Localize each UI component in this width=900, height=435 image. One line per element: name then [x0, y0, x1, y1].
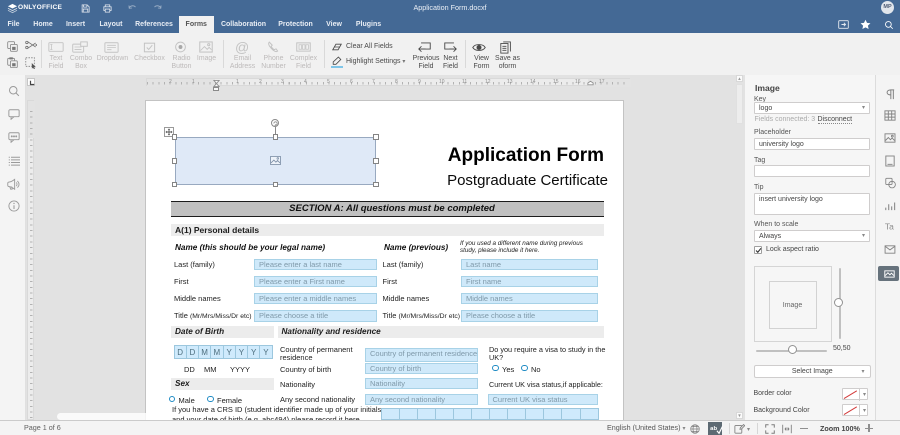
svg-text:Ta: Ta [885, 221, 894, 231]
svg-text:ab: ab [710, 426, 717, 432]
